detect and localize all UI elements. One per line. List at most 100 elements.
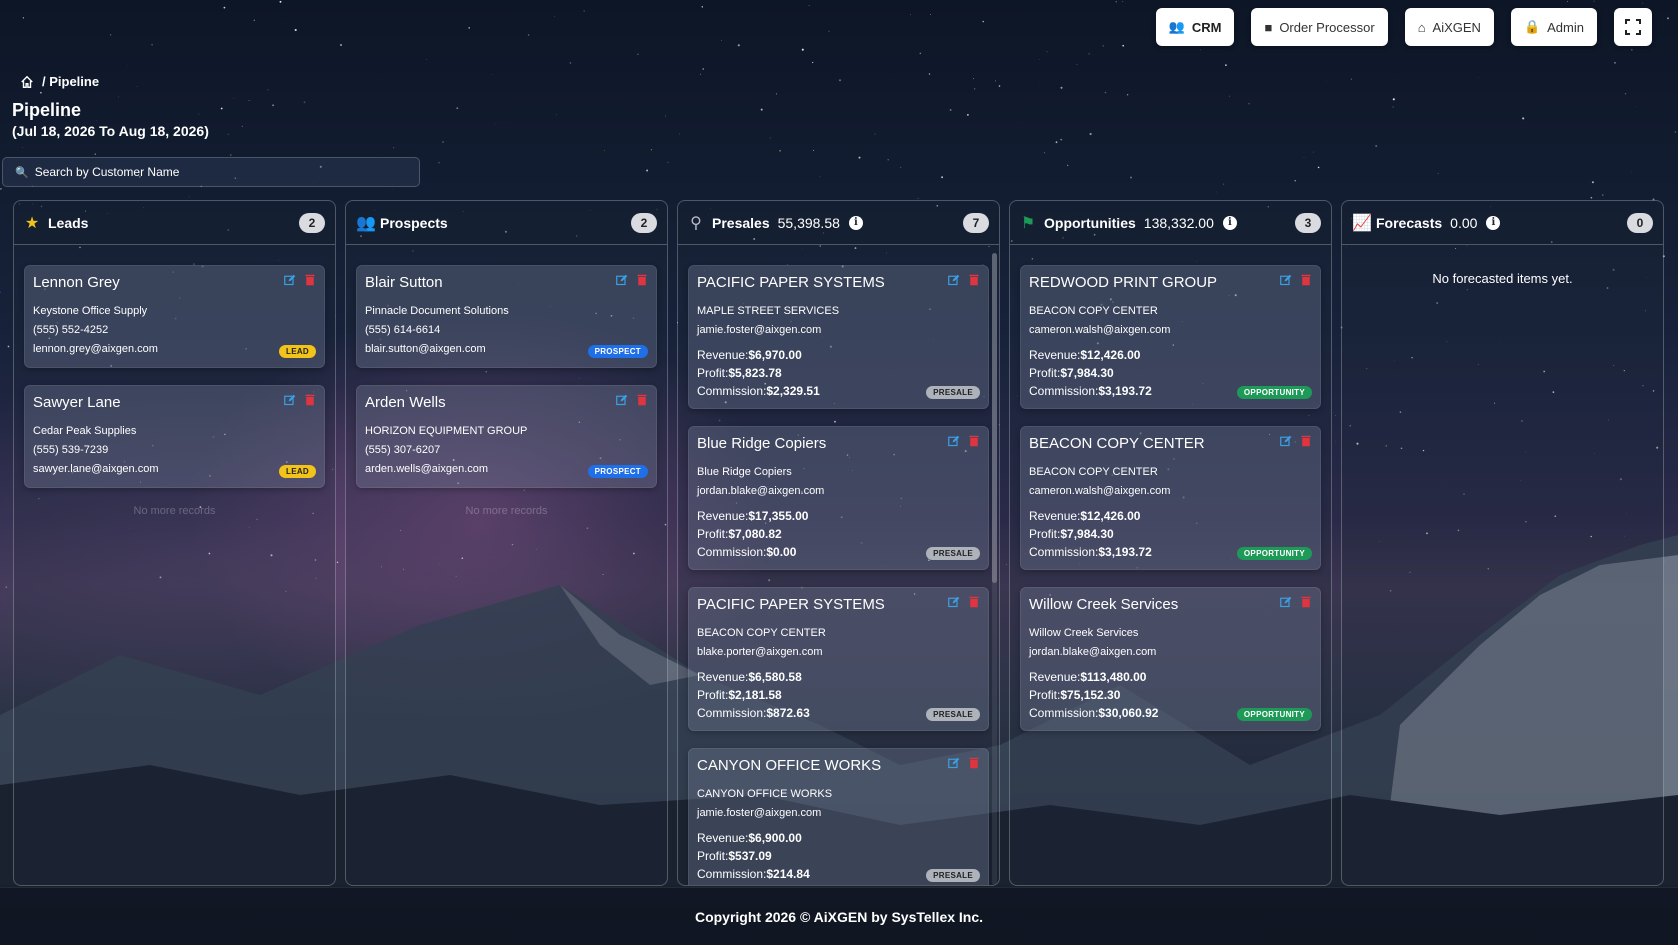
commission-label: Commission: bbox=[1029, 545, 1099, 559]
count-badge: 2 bbox=[299, 212, 325, 233]
edit-icon[interactable] bbox=[948, 435, 960, 447]
card-company: Cedar Peak Supplies bbox=[33, 425, 137, 437]
card-revenue: Revenue:$113,480.00 bbox=[1029, 668, 1312, 686]
card-email: sawyer.lane@aixgen.com bbox=[33, 463, 159, 475]
search-input[interactable] bbox=[34, 165, 405, 179]
card-title: Sawyer Lane bbox=[33, 394, 121, 411]
pipeline-card[interactable]: PACIFIC PAPER SYSTEMS BEACON COPY CENTER b… bbox=[688, 587, 989, 731]
edit-icon[interactable] bbox=[616, 394, 628, 406]
revenue-label: Revenue: bbox=[697, 670, 749, 684]
pipeline-card[interactable]: Blair Sutton Pinnacle Document Solutions (… bbox=[356, 265, 657, 368]
delete-icon[interactable] bbox=[636, 394, 648, 406]
delete-icon[interactable] bbox=[968, 274, 980, 286]
edit-icon[interactable] bbox=[284, 274, 296, 286]
pipeline-card[interactable]: BEACON COPY CENTER BEACON COPY CENTER came… bbox=[1020, 426, 1321, 570]
page-title: Pipeline bbox=[12, 100, 82, 120]
edit-icon[interactable] bbox=[1280, 596, 1292, 608]
pipeline-card[interactable]: CANYON OFFICE WORKS CANYON OFFICE WORKS ja… bbox=[688, 748, 989, 885]
pipeline-card[interactable]: Sawyer Lane Cedar Peak Supplies (555) 539-… bbox=[24, 385, 325, 488]
home-icon[interactable] bbox=[20, 75, 34, 89]
card-phone: (555) 614-6614 bbox=[365, 324, 441, 336]
pipeline-card[interactable]: REDWOOD PRINT GROUP BEACON COPY CENTER cam… bbox=[1020, 265, 1321, 409]
admin-label: Admin bbox=[1547, 19, 1584, 35]
pipeline-card[interactable]: PACIFIC PAPER SYSTEMS MAPLE STREET SERVIC… bbox=[688, 265, 989, 409]
delete-icon[interactable] bbox=[968, 596, 980, 608]
card-revenue: Revenue:$6,970.00 bbox=[697, 346, 980, 364]
delete-icon[interactable] bbox=[636, 274, 648, 286]
card-profit: Profit:$75,152.30 bbox=[1029, 686, 1312, 704]
info-icon[interactable]: i bbox=[848, 215, 863, 230]
scrollbar[interactable] bbox=[992, 253, 997, 885]
delete-icon[interactable] bbox=[304, 274, 316, 286]
revenue-label: Revenue: bbox=[697, 831, 749, 845]
column-header: ⚲ Presales 55,398.58 i 7 bbox=[678, 201, 999, 245]
commission-label: Commission: bbox=[697, 706, 767, 720]
status-badge: PRESALE bbox=[926, 869, 980, 882]
delete-icon[interactable] bbox=[1300, 596, 1312, 608]
status-badge: PRESALE bbox=[926, 708, 980, 721]
edit-icon[interactable] bbox=[1280, 435, 1292, 447]
pipeline-card[interactable]: Blue Ridge Copiers Blue Ridge Copiers jord… bbox=[688, 426, 989, 570]
column-header: ⚑ Opportunities 138,332.00 i 3 bbox=[1010, 201, 1331, 245]
delete-icon[interactable] bbox=[968, 435, 980, 447]
aixgen-button[interactable]: ⌂ AiXGEN bbox=[1404, 8, 1494, 46]
card-company: Willow Creek Services bbox=[1029, 627, 1139, 639]
commission-label: Commission: bbox=[697, 384, 767, 398]
edit-icon[interactable] bbox=[948, 596, 960, 608]
column-body: Blair Sutton Pinnacle Document Solutions (… bbox=[346, 245, 667, 885]
order-processor-label: Order Processor bbox=[1279, 19, 1375, 35]
card-company: BEACON COPY CENTER bbox=[1029, 305, 1158, 317]
profit-label: Profit: bbox=[697, 688, 729, 702]
pipeline-card[interactable]: Arden Wells HORIZON EQUIPMENT GROUP (555) … bbox=[356, 385, 657, 488]
status-badge: PROSPECT bbox=[587, 465, 648, 478]
pipeline-card[interactable]: Willow Creek Services Willow Creek Servic… bbox=[1020, 587, 1321, 731]
edit-icon[interactable] bbox=[1280, 274, 1292, 286]
crm-button[interactable]: 👥 CRM bbox=[1155, 8, 1235, 46]
edit-icon[interactable] bbox=[948, 274, 960, 286]
profit-value: $7,080.82 bbox=[728, 527, 782, 541]
card-title: Lennon Grey bbox=[33, 274, 120, 291]
card-profit: Profit:$2,181.58 bbox=[697, 686, 980, 704]
card-actions bbox=[616, 274, 648, 286]
card-company: BEACON COPY CENTER bbox=[1029, 466, 1158, 478]
column-amount: 138,332.00 bbox=[1143, 214, 1214, 231]
breadcrumb: / Pipeline bbox=[20, 74, 99, 89]
delete-icon[interactable] bbox=[304, 394, 316, 406]
delete-icon[interactable] bbox=[1300, 435, 1312, 447]
info-icon[interactable]: i bbox=[1222, 215, 1237, 230]
order-processor-button[interactable]: ■ Order Processor bbox=[1251, 8, 1388, 46]
column-header: 👥 Prospects 2 bbox=[346, 201, 667, 245]
users-icon: 👥 bbox=[1168, 19, 1185, 34]
card-title: REDWOOD PRINT GROUP bbox=[1029, 274, 1218, 291]
column-title: Opportunities bbox=[1044, 214, 1136, 231]
card-email: jordan.blake@aixgen.com bbox=[697, 485, 825, 497]
fullscreen-button[interactable] bbox=[1614, 8, 1652, 46]
admin-button[interactable]: 🔒 Admin bbox=[1510, 8, 1597, 46]
edit-icon[interactable] bbox=[284, 394, 296, 406]
commission-value: $3,193.72 bbox=[1098, 545, 1152, 559]
status-badge: OPPORTUNITY bbox=[1236, 547, 1312, 560]
edit-icon[interactable] bbox=[948, 757, 960, 769]
edit-icon[interactable] bbox=[616, 274, 628, 286]
status-badge: OPPORTUNITY bbox=[1236, 386, 1312, 399]
commission-label: Commission: bbox=[697, 545, 767, 559]
count-badge: 3 bbox=[1295, 212, 1321, 233]
delete-icon[interactable] bbox=[968, 757, 980, 769]
count-badge: 7 bbox=[963, 212, 989, 233]
status-badge: OPPORTUNITY bbox=[1236, 708, 1312, 721]
card-actions bbox=[1280, 274, 1312, 286]
scrollbar-thumb[interactable] bbox=[992, 253, 997, 583]
card-actions bbox=[616, 394, 648, 406]
card-revenue: Revenue:$6,580.58 bbox=[697, 668, 980, 686]
commission-label: Commission: bbox=[1029, 384, 1099, 398]
revenue-value: $6,970.00 bbox=[748, 348, 802, 362]
info-icon[interactable]: i bbox=[1486, 215, 1501, 230]
column-amount: 0.00 bbox=[1450, 214, 1478, 231]
commission-value: $872.63 bbox=[766, 706, 810, 720]
profit-value: $2,181.58 bbox=[728, 688, 782, 702]
breadcrumb-current: / Pipeline bbox=[42, 74, 100, 89]
column-body: No forecasted items yet. bbox=[1342, 245, 1663, 885]
delete-icon[interactable] bbox=[1300, 274, 1312, 286]
column-title: Presales bbox=[712, 214, 770, 231]
pipeline-card[interactable]: Lennon Grey Keystone Office Supply (555) 5… bbox=[24, 265, 325, 368]
